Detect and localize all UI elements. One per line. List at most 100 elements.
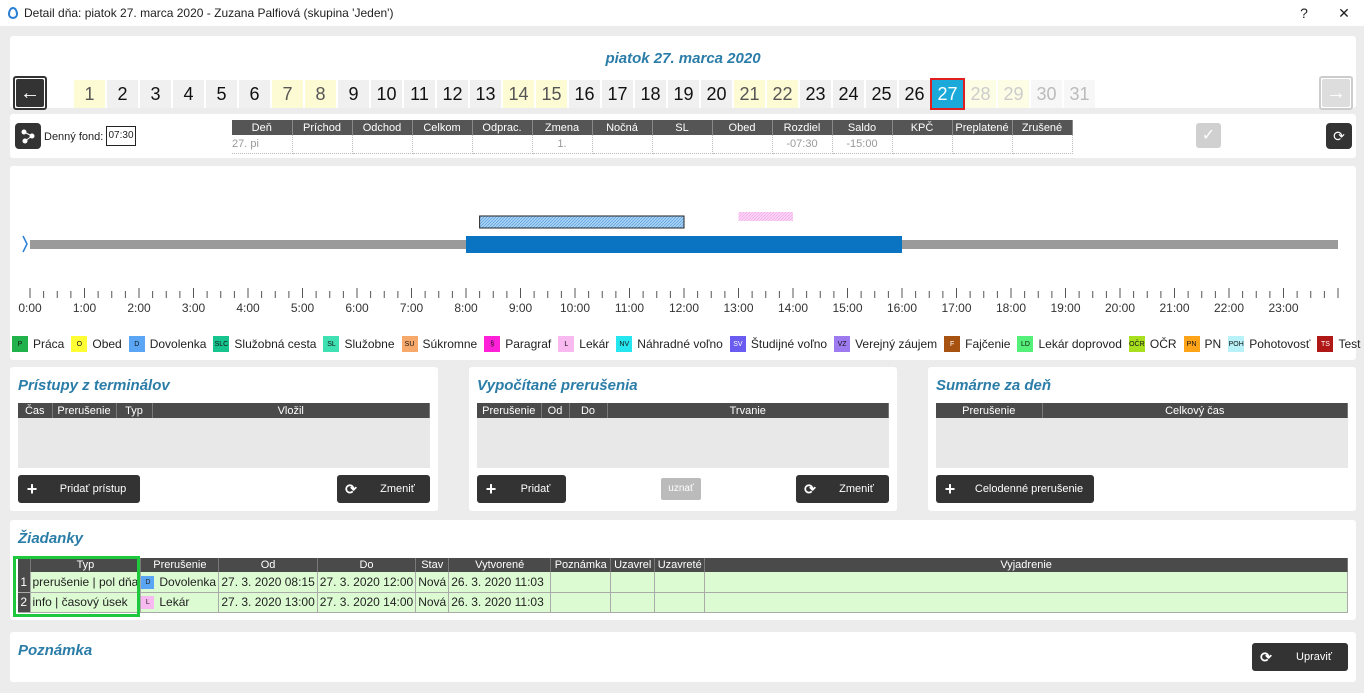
calculated-interruptions-list[interactable] [477, 418, 889, 468]
timeline-start-marker [22, 235, 28, 253]
day-28[interactable]: 28 [965, 80, 996, 108]
day-17[interactable]: 17 [602, 80, 633, 108]
legend-swatch-16: TS [1317, 336, 1334, 352]
col-do[interactable]: Do [569, 403, 608, 418]
legend-swatch-3: SLC [213, 336, 230, 352]
day-9[interactable]: 9 [338, 80, 369, 108]
day-3[interactable]: 3 [140, 80, 171, 108]
col-stav[interactable]: Stav [415, 558, 450, 572]
legend-swatch-9: SV [729, 336, 746, 352]
summary-col-10: Saldo [832, 120, 893, 135]
confirm-button[interactable]: ✓ [1196, 123, 1221, 148]
request-cell [704, 572, 1348, 593]
request-cell: L Lekár [140, 592, 220, 613]
legend-label-11: Fajčenie [965, 337, 1011, 351]
hour-label: 14:00 [778, 301, 808, 315]
help-button[interactable]: ? [1284, 5, 1324, 21]
col-od[interactable]: Od [218, 558, 318, 572]
day-30[interactable]: 30 [1031, 80, 1062, 108]
day-11[interactable]: 11 [404, 80, 435, 108]
hour-label: 17:00 [941, 301, 971, 315]
request-cell: 27. 3. 2020 14:00 [317, 592, 417, 613]
legend-label-1: Obed [92, 337, 122, 351]
request-cell [654, 592, 706, 613]
day-23[interactable]: 23 [800, 80, 831, 108]
col-uzavrete[interactable]: Uzavreté [654, 558, 706, 572]
day-22[interactable]: 22 [767, 80, 798, 108]
table-row[interactable]: 2 info | časový úsek L Lekár 27. 3. 2020 13:… [18, 592, 1348, 613]
terminal-access-list[interactable] [18, 418, 430, 468]
day-12[interactable]: 12 [437, 80, 468, 108]
daily-summary-list[interactable] [936, 418, 1348, 468]
hour-label: 3:00 [182, 301, 206, 315]
legend-label-16: Test [1338, 337, 1361, 351]
legend-swatch-0: P [12, 336, 28, 352]
day-6[interactable]: 6 [239, 80, 270, 108]
type-column-highlight [13, 556, 140, 617]
col-celkovy-cas[interactable]: Celkový čas [1042, 403, 1348, 418]
day-2[interactable]: 2 [107, 80, 138, 108]
day-fund-input[interactable]: 07:30 [106, 126, 136, 146]
day-24[interactable]: 24 [833, 80, 864, 108]
col-prerusenie[interactable]: Prerušenie [52, 403, 117, 418]
legend-label-12: Lekár doprovod [1038, 337, 1122, 351]
edit-note-button[interactable]: ⟳ Upraviť [1252, 643, 1348, 671]
col-poznamka[interactable]: Poznámka [550, 558, 612, 572]
legend-swatch-10: VZ [834, 336, 851, 352]
day-29[interactable]: 29 [998, 80, 1029, 108]
hour-label: 9:00 [509, 301, 533, 315]
day-10[interactable]: 10 [371, 80, 402, 108]
add-access-button[interactable]: + Pridať prístup [18, 475, 140, 503]
col-trvanie[interactable]: Trvanie [607, 403, 889, 418]
day-27[interactable]: 27 [930, 78, 965, 110]
legend-label-7: Lekár [579, 337, 610, 351]
day-19[interactable]: 19 [668, 80, 699, 108]
day-25[interactable]: 25 [866, 80, 897, 108]
day-20[interactable]: 20 [701, 80, 732, 108]
day-7[interactable]: 7 [272, 80, 303, 108]
day-31[interactable]: 31 [1064, 80, 1095, 108]
full-day-interruption-button[interactable]: + Celodenné prerušenie [936, 475, 1094, 503]
col-do[interactable]: Do [317, 558, 417, 572]
col-od[interactable]: Od [541, 403, 570, 418]
approve-button[interactable]: uznať [661, 478, 701, 500]
day-1[interactable]: 1 [74, 80, 105, 108]
arrow-right-icon: → [1322, 79, 1350, 107]
col-prerusenie[interactable]: Prerušenie [477, 403, 542, 418]
col-vytvorene[interactable]: Vytvorené [448, 558, 552, 572]
legend-label-8: Náhradné voľno [637, 337, 723, 351]
close-button[interactable]: ✕ [1324, 5, 1364, 22]
summary-cell-2 [352, 135, 413, 154]
day-14[interactable]: 14 [503, 80, 534, 108]
col-uzavrel[interactable]: Uzavrel [610, 558, 656, 572]
refresh-button[interactable]: ⟳ [1326, 123, 1352, 149]
app-icon [8, 7, 18, 19]
col-prerusenie[interactable]: Prerušenie [140, 558, 220, 572]
day-26[interactable]: 26 [899, 80, 930, 108]
day-15[interactable]: 15 [536, 80, 567, 108]
col-typ[interactable]: Typ [116, 403, 153, 418]
change-access-button[interactable]: ⟳ Zmeniť [337, 475, 430, 503]
prev-day-button[interactable]: ← [13, 76, 47, 110]
network-icon-button[interactable] [15, 123, 41, 149]
change-interruption-button[interactable]: ⟳ Zmeniť [796, 475, 889, 503]
summary-col-12: Preplatené [952, 120, 1013, 135]
day-16[interactable]: 16 [569, 80, 600, 108]
day-13[interactable]: 13 [470, 80, 501, 108]
day-5[interactable]: 5 [206, 80, 237, 108]
day-8[interactable]: 8 [305, 80, 336, 108]
next-day-button[interactable]: → [1319, 76, 1353, 110]
refresh-icon: ⟳ [1260, 648, 1272, 665]
col-vlozil[interactable]: Vložil [152, 403, 430, 418]
table-row[interactable]: 1 prerušenie | pol dňa D Dovolenka 27. 3. 20… [18, 572, 1348, 593]
add-interruption-button[interactable]: + Pridať [477, 475, 566, 503]
legend-label-9: Študijné voľno [750, 337, 828, 351]
legend-label-0: Práca [33, 337, 65, 351]
col-prerusenie[interactable]: Prerušenie [936, 403, 1043, 418]
day-4[interactable]: 4 [173, 80, 204, 108]
col-vyjadrenie[interactable]: Vyjadrenie [704, 558, 1348, 572]
request-cell: Nová [415, 572, 450, 593]
day-21[interactable]: 21 [734, 80, 765, 108]
col-cas[interactable]: Čas [18, 403, 53, 418]
day-18[interactable]: 18 [635, 80, 666, 108]
